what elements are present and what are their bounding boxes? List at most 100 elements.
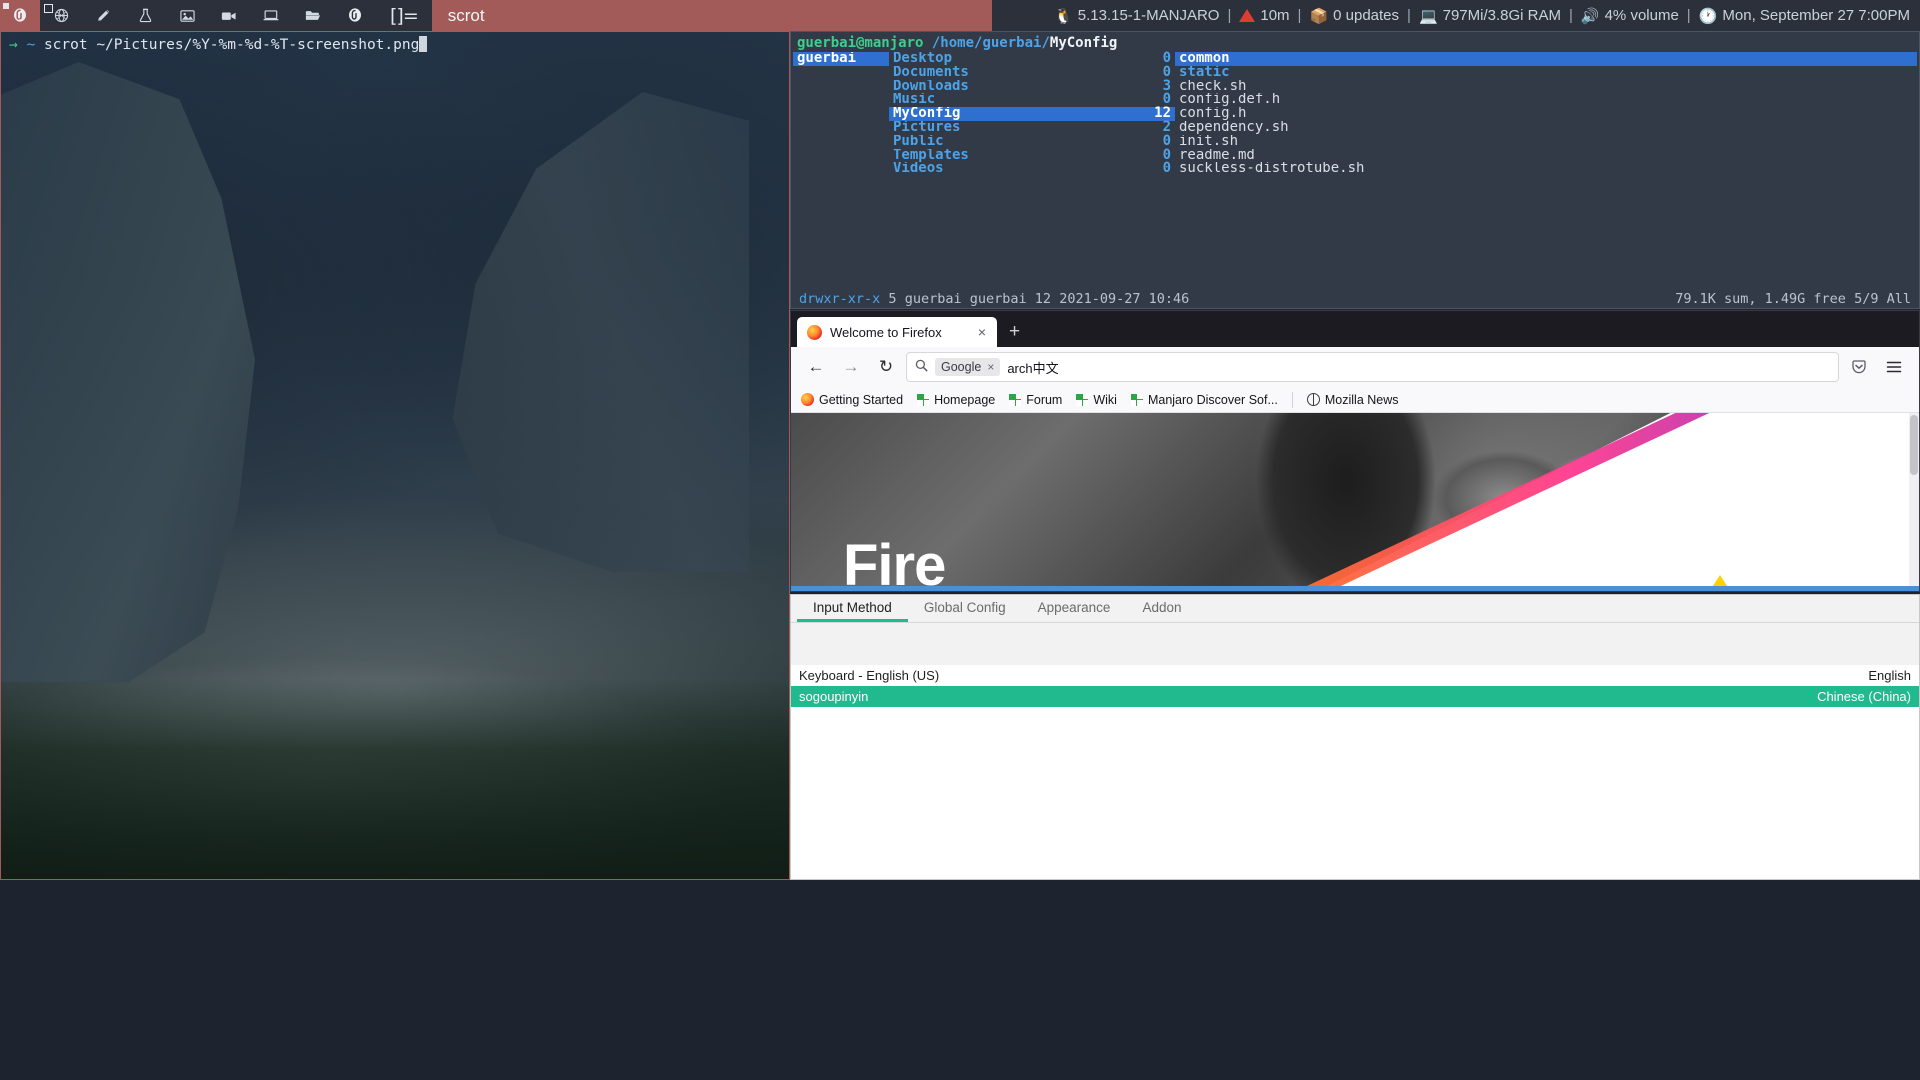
triangle-icon: [1239, 9, 1256, 22]
ranger-preview-item[interactable]: config.def.h: [1175, 93, 1917, 107]
ranger-links: 5: [888, 291, 897, 307]
ranger-status-bar: drwxr-xr-x 5 guerbai guerbai 12 2021-09-…: [791, 290, 1919, 308]
fcitx-panel-body: Keyboard - English (US) English sogoupin…: [791, 665, 1919, 879]
search-engine-chip[interactable]: Google ×: [935, 358, 1001, 376]
ranger-parent-name: guerbai: [797, 52, 857, 66]
ranger-preview-item[interactable]: check.sh: [1175, 80, 1917, 94]
ranger-preview-name: suckless-distrotube.sh: [1179, 162, 1365, 177]
tag-7[interactable]: [250, 0, 292, 31]
ranger-item[interactable]: Desktop 0: [889, 51, 1175, 66]
tag-3[interactable]: [82, 0, 124, 31]
tab-global-config[interactable]: Global Config: [908, 595, 1022, 622]
volume-label: 4% volume: [1604, 7, 1679, 24]
status-separator-1: |: [1227, 7, 1232, 24]
url-search-bar[interactable]: Google × arch中文: [906, 352, 1839, 382]
back-button[interactable]: ←: [801, 352, 831, 382]
tag-2[interactable]: [40, 0, 82, 31]
tag-9[interactable]: [334, 0, 376, 31]
ranger-item-name: Pictures: [893, 120, 961, 135]
ranger-item[interactable]: Templates 0: [889, 148, 1175, 163]
firefox-window[interactable]: Welcome to Firefox × + ← → ↻ Google × ar…: [790, 310, 1920, 592]
manjaro-icon: [1009, 393, 1022, 406]
ranger-summary: 79.1K sum, 1.49G free: [1675, 291, 1846, 307]
ranger-item[interactable]: Videos 0: [889, 161, 1175, 176]
ranger-parent-column[interactable]: guerbai: [793, 52, 889, 176]
ranger-file-manager[interactable]: guerbai@manjaro /home/guerbai/MyConfig g…: [790, 31, 1920, 309]
ranger-preview-item[interactable]: config.h: [1175, 107, 1917, 121]
input-method-language: English: [1868, 668, 1911, 683]
terminal-window[interactable]: → ~ scrot ~/Pictures/%Y-%m-%d-%T-screens…: [0, 31, 790, 880]
ranger-preview-column[interactable]: common static check.sh config.def.h conf…: [1175, 52, 1917, 176]
ranger-permissions: drwxr-xr-x: [799, 291, 881, 307]
ranger-item-name: Music: [893, 93, 936, 108]
ranger-item[interactable]: Documents 0: [889, 65, 1175, 80]
system-status: 🐧 5.13.15-1-MANJARO | 10m | 📦 0 updates …: [991, 0, 1920, 31]
ranger-preview-name: config.def.h: [1179, 93, 1281, 108]
bookmark-forum[interactable]: Forum: [1009, 393, 1062, 407]
ranger-columns: guerbai Desktop 0 Documents 0 Downloads 3 M…: [791, 51, 1919, 176]
bookmark-getting-started[interactable]: Getting Started: [801, 393, 903, 407]
ranger-preview-name: init.sh: [1179, 134, 1239, 149]
reload-button[interactable]: ↻: [871, 352, 901, 382]
status-separator-4: |: [1569, 7, 1573, 24]
tab-appearance[interactable]: Appearance: [1022, 595, 1127, 622]
ranger-parent-item[interactable]: guerbai: [793, 52, 889, 66]
kernel-status: 🐧 5.13.15-1-MANJARO: [1054, 7, 1219, 25]
bookmark-mozilla-news[interactable]: Mozilla News: [1306, 392, 1399, 407]
page-scrollbar[interactable]: [1909, 413, 1919, 591]
tag-6[interactable]: [208, 0, 250, 31]
url-input-value[interactable]: arch中文: [1007, 358, 1058, 377]
firefox-navigation-bar: ← → ↻ Google × arch中文: [791, 347, 1919, 387]
tag-5[interactable]: [166, 0, 208, 31]
prompt-dir: ~: [26, 37, 36, 53]
browser-globe-icon: [54, 8, 68, 23]
browser-tab-title: Welcome to Firefox: [830, 324, 942, 340]
chip-remove-icon[interactable]: ×: [987, 360, 994, 374]
bookmark-wiki[interactable]: Wiki: [1076, 393, 1117, 407]
ranger-current-column[interactable]: Desktop 0 Documents 0 Downloads 3 Music 0 My…: [889, 51, 1175, 176]
video-camera-icon: [221, 11, 236, 20]
forward-button[interactable]: →: [836, 352, 866, 382]
terminal-cursor: [419, 36, 428, 52]
ranger-item[interactable]: Pictures 2: [889, 120, 1175, 135]
tab-input-method[interactable]: Input Method: [797, 595, 908, 622]
tab-addon[interactable]: Addon: [1126, 595, 1197, 622]
ranger-preview-name: readme.md: [1179, 148, 1255, 163]
browser-tab[interactable]: Welcome to Firefox ×: [797, 317, 997, 347]
new-tab-button[interactable]: +: [997, 317, 1032, 347]
uptime-label: 10m: [1260, 7, 1290, 24]
tag-1[interactable]: [0, 0, 40, 31]
browser-viewport[interactable]: Fire: [791, 413, 1919, 591]
ranger-user-host: guerbai@manjaro: [797, 35, 924, 51]
ranger-item[interactable]: Music 0: [889, 92, 1175, 108]
close-icon[interactable]: ×: [975, 324, 989, 340]
bookmark-discover[interactable]: Manjaro Discover Sof...: [1130, 393, 1278, 407]
manjaro-icon: [917, 393, 930, 406]
hamburger-menu-icon[interactable]: [1879, 352, 1909, 382]
page-scrollbar-thumb[interactable]: [1910, 415, 1918, 475]
ranger-status-left: drwxr-xr-x 5 guerbai guerbai 12 2021-09-…: [799, 290, 1189, 308]
ranger-preview-item[interactable]: suckless-distrotube.sh: [1175, 162, 1917, 176]
ranger-item[interactable]: Public 0: [889, 134, 1175, 149]
status-separator-5: |: [1686, 7, 1691, 24]
ranger-item[interactable]: Downloads 3: [889, 79, 1175, 94]
input-method-name: Keyboard - English (US): [799, 668, 940, 683]
bookmark-homepage[interactable]: Homepage: [917, 393, 995, 407]
bookmarks-bar: Getting Started Homepage Forum Wiki Manj…: [791, 387, 1919, 413]
layout-indicator[interactable]: []=: [376, 0, 432, 31]
fcitx-config-window[interactable]: Input Method Global Config Appearance Ad…: [790, 594, 1920, 880]
ranger-preview-item-selected[interactable]: common: [1175, 52, 1917, 66]
input-method-row-selected[interactable]: sogoupinyin Chinese (China): [791, 686, 1919, 707]
ranger-preview-item[interactable]: init.sh: [1175, 135, 1917, 149]
ranger-preview-item[interactable]: readme.md: [1175, 149, 1917, 163]
bookmark-label: Mozilla News: [1324, 392, 1399, 407]
pocket-icon[interactable]: [1844, 352, 1874, 382]
input-method-list: Keyboard - English (US) English sogoupin…: [791, 665, 1919, 707]
ranger-preview-item[interactable]: static: [1175, 66, 1917, 80]
ranger-item-selected[interactable]: MyConfig 12: [889, 106, 1175, 121]
page-horizontal-scrollbar[interactable]: [791, 586, 1919, 591]
ranger-preview-item[interactable]: dependency.sh: [1175, 121, 1917, 135]
input-method-row[interactable]: Keyboard - English (US) English: [791, 665, 1919, 686]
tag-8[interactable]: [292, 0, 334, 31]
tag-4[interactable]: [124, 0, 166, 31]
